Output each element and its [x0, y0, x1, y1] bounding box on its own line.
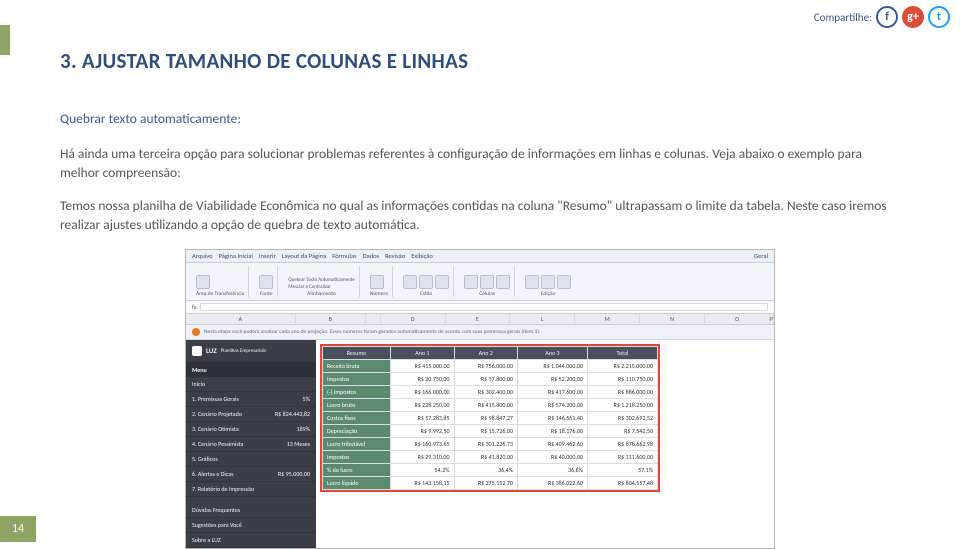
- sidebar-item[interactable]: Início: [186, 377, 316, 392]
- sidebar-item[interactable]: 4. Cenário Pessimista13 Meses: [186, 437, 316, 452]
- tab-formulas[interactable]: Fórmulas: [332, 252, 356, 260]
- cell-style-icon[interactable]: [435, 275, 449, 289]
- col-gap[interactable]: [366, 314, 381, 324]
- delete-cell-icon[interactable]: [480, 275, 494, 289]
- page-title: 3. AJUSTAR TAMANHO DE COLUNAS E LINHAS: [60, 48, 900, 74]
- table-row: % do lucro54,2%36,4%36,6%57,1%: [323, 463, 658, 476]
- col-p[interactable]: P: [770, 314, 774, 324]
- tab-home[interactable]: Página Inicial: [219, 252, 253, 260]
- sidebar-item[interactable]: 1. Premissas Gerais5%: [186, 392, 316, 407]
- column-headers: A B D E L M N O P: [186, 314, 774, 325]
- fx-label: fx: [192, 303, 196, 311]
- ribbon-group-align: Quebrar Texto Automaticamente Mesclar e …: [284, 266, 360, 297]
- table-row: ImpostosR$ 29.310,00R$ 41.820,00R$ 40.00…: [323, 450, 658, 463]
- table-header: Total: [587, 346, 657, 359]
- subheading: Quebrar texto automaticamente:: [60, 110, 900, 127]
- sidebar-footer-item[interactable]: Sugestões para Você: [186, 518, 316, 533]
- table-row: ImpostosR$ 20.750,00R$ 37.800,00R$ 52.20…: [323, 372, 658, 385]
- format-cell-icon[interactable]: [496, 275, 510, 289]
- ribbon-group-number: Número: [366, 266, 393, 297]
- col-l[interactable]: L: [510, 314, 575, 324]
- info-text: Nesta etapa você poderá analisar cada an…: [204, 329, 540, 335]
- paste-icon[interactable]: [196, 275, 210, 289]
- format-table-icon[interactable]: [419, 275, 433, 289]
- table-row: Lucro tributávelR$ 160.973,65R$ 301.226,…: [323, 437, 658, 450]
- table-row: Lucro brutoR$ 228.250,00R$ 415.800,00R$ …: [323, 398, 658, 411]
- cond-format-icon[interactable]: [403, 275, 417, 289]
- ribbon-group-editing: Edição: [521, 266, 575, 297]
- table-row: Receita brutaR$ 415.000,00R$ 756.000,00R…: [323, 359, 658, 372]
- col-m[interactable]: M: [575, 314, 640, 324]
- col-n[interactable]: N: [640, 314, 705, 324]
- ribbon-tabs: Arquivo Página Inicial Inserir Layout da…: [186, 250, 774, 263]
- table-row: (-) ImpostosR$ 166.000,00R$ 302.400,00R$…: [323, 385, 658, 398]
- tab-review[interactable]: Revisão: [385, 252, 405, 260]
- find-icon[interactable]: [557, 275, 571, 289]
- sort-icon[interactable]: [541, 275, 555, 289]
- tab-view[interactable]: Exibição: [411, 252, 433, 260]
- col-o[interactable]: O: [705, 314, 770, 324]
- summary-table: ResumoAno 1Ano 2Ano 3Total Receita bruta…: [322, 346, 658, 490]
- formula-input[interactable]: [200, 303, 768, 311]
- sidebar-item[interactable]: 6. Alertas e DicasR$ 95.000,00: [186, 467, 316, 482]
- twitter-icon[interactable]: t: [928, 6, 950, 28]
- worksheet: LUZ Planilhas Empresariais Menu Início1.…: [186, 340, 774, 548]
- ribbon-group-font: Fonte: [255, 266, 278, 297]
- sidebar-item[interactable]: 5. Gráficos: [186, 452, 316, 467]
- col-b[interactable]: B: [296, 314, 366, 324]
- excel-screenshot: Arquivo Página Inicial Inserir Layout da…: [185, 249, 775, 549]
- wrap-text-button[interactable]: Quebrar Texto Automaticamente: [288, 277, 355, 283]
- luz-icon: [192, 346, 202, 356]
- sidebar-item[interactable]: 7. Relatório de Impressão: [186, 482, 316, 497]
- ribbon-extra: Geral: [754, 252, 768, 260]
- info-bar: Nesta etapa você poderá analisar cada an…: [186, 325, 774, 340]
- ribbon-group-style: Estilo: [399, 266, 454, 297]
- googleplus-icon[interactable]: g+: [902, 6, 924, 28]
- tab-insert[interactable]: Inserir: [259, 252, 276, 260]
- sidebar-item[interactable]: 3. Cenário Otimista189%: [186, 422, 316, 437]
- col-e[interactable]: E: [446, 314, 511, 324]
- ribbon-body: Área de Transferência Fonte Quebrar Text…: [186, 263, 774, 301]
- tab-file[interactable]: Arquivo: [192, 252, 213, 260]
- paragraph-2: Temos nossa planilha de Viabilidade Econ…: [60, 197, 900, 235]
- tab-layout[interactable]: Layout da Página: [282, 252, 327, 260]
- sidebar-footer-item[interactable]: Dúvidas Frequentes: [186, 503, 316, 518]
- menu-header: Menu: [186, 363, 316, 377]
- table-header: Ano 2: [454, 346, 517, 359]
- formula-bar: fx: [186, 301, 774, 314]
- page-number-badge: 14: [0, 516, 36, 542]
- sheet-sidebar: LUZ Planilhas Empresariais Menu Início1.…: [186, 340, 316, 548]
- font-icon[interactable]: [259, 275, 273, 289]
- sheet-area: ResumoAno 1Ano 2Ano 3Total Receita bruta…: [316, 340, 774, 548]
- facebook-icon[interactable]: f: [876, 6, 898, 28]
- number-icon[interactable]: [370, 275, 384, 289]
- insert-cell-icon[interactable]: [464, 275, 478, 289]
- share-label: Compartilhe:: [814, 11, 872, 24]
- highlighted-table: ResumoAno 1Ano 2Ano 3Total Receita bruta…: [320, 344, 660, 492]
- autosum-icon[interactable]: [525, 275, 539, 289]
- table-header: Ano 3: [517, 346, 587, 359]
- col-a[interactable]: A: [186, 314, 296, 324]
- sidebar-item[interactable]: 2. Cenário ProjetadoR$ 824.443,82: [186, 407, 316, 422]
- paragraph-1: Há ainda uma terceira opção para solucio…: [60, 145, 900, 183]
- table-header: Resumo: [323, 346, 391, 359]
- accent-strip: [0, 25, 10, 55]
- sidebar-footer-item[interactable]: Sobre a LUZ: [186, 533, 316, 548]
- table-row: Lucro líquidoR$ 143.158,15R$ 275.152,70R…: [323, 476, 658, 489]
- col-d[interactable]: D: [381, 314, 446, 324]
- table-row: DepreciaçãoR$ 9.992,50R$ 15.726,00R$ 18.…: [323, 424, 658, 437]
- ribbon-group-clipboard: Área de Transferência: [192, 266, 249, 297]
- page-content: 3. AJUSTAR TAMANHO DE COLUNAS E LINHAS Q…: [0, 0, 960, 549]
- share-bar: Compartilhe: f g+ t: [814, 6, 950, 28]
- sidebar-logo: LUZ Planilhas Empresariais: [186, 340, 316, 363]
- info-icon: [192, 328, 200, 336]
- table-header: Ano 1: [391, 346, 454, 359]
- ribbon-group-cells: Células: [460, 266, 515, 297]
- tab-data[interactable]: Dados: [363, 252, 380, 260]
- merge-button[interactable]: Mesclar e Centralizar: [288, 284, 355, 290]
- table-row: Custos fixosR$ 57.283,85R$ 98.847,27R$ 1…: [323, 411, 658, 424]
